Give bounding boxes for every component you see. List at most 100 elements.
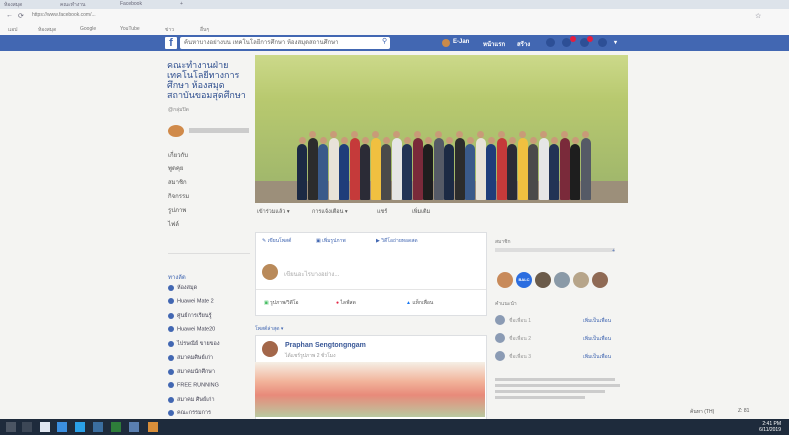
friend-avatar[interactable] (495, 333, 505, 343)
file-explorer-icon[interactable] (40, 422, 50, 432)
member-avatar[interactable] (592, 272, 608, 288)
add-friend-button[interactable]: เพิ่มเป็นเพื่อน (583, 317, 611, 325)
composer-tab-post[interactable]: ✎ เขียนโพสต์ (262, 237, 291, 245)
left-nav-about[interactable]: เกี่ยวกับ (168, 150, 188, 160)
composer-tab-live[interactable]: ▶ วิดีโอถ่ายทอดสด (376, 237, 418, 245)
friend-suggestion: ชื่อเพื่อน 1 เพิ่มเป็นเพื่อน (495, 315, 625, 327)
composer-input[interactable]: เขียนอะไรบางอย่าง... (284, 269, 339, 279)
friend-name[interactable]: ชื่อเพื่อน 3 (509, 353, 531, 361)
sort-label[interactable]: โพสต์ล่าสุด ▾ (255, 325, 283, 333)
avatar[interactable] (442, 39, 450, 47)
group-icon (168, 326, 174, 332)
browser-tab[interactable]: ห้องสมุด (4, 1, 22, 9)
left-nav-files[interactable]: ไฟล์ (168, 219, 179, 229)
person-figure (580, 138, 591, 200)
tag-icon: ▲ (406, 300, 411, 306)
person-head (330, 131, 337, 138)
browser-tab[interactable]: Facebook (120, 1, 142, 9)
person-figure (538, 138, 549, 200)
help-icon[interactable] (598, 38, 607, 47)
share-button[interactable]: แชร์ (377, 208, 387, 216)
person-head (298, 137, 306, 144)
friend-name[interactable]: ชื่อเพื่อน 2 (509, 335, 531, 343)
joined-button[interactable]: เข้าร่วมแล้ว ▾ (257, 208, 290, 216)
friend-avatar[interactable] (495, 315, 505, 325)
bookmark[interactable]: แอป (8, 26, 17, 34)
bookmark[interactable]: Google (80, 26, 96, 32)
shortcut-item[interactable]: สมาคม ศิษย์เก่า (168, 396, 254, 404)
clock[interactable]: 2:41 PM 6/11/2019 (759, 421, 781, 433)
member-avatar[interactable] (497, 272, 513, 288)
person-head (393, 131, 400, 138)
friend-requests-icon[interactable] (546, 38, 555, 47)
person-head (340, 137, 348, 144)
chevron-down-icon[interactable]: ▾ (614, 39, 617, 46)
group-privacy: @กลุ่มปิด (168, 107, 189, 113)
shortcut-item[interactable]: ศูนย์การเรียนรู้ (168, 312, 254, 320)
profile-link[interactable]: E-Jan (453, 39, 469, 45)
more-button[interactable]: เพิ่มเติม (412, 208, 430, 216)
shortcut-item[interactable]: ห้องสมุด (168, 284, 254, 292)
shortcut-item[interactable]: FREE RUNNING (168, 382, 254, 388)
notifications-button[interactable]: การแจ้งเตือน ▾ (312, 208, 348, 216)
new-tab-button[interactable]: + (180, 1, 183, 9)
post-author[interactable]: Praphan Sengtongngam (285, 342, 366, 349)
tag-friends-button[interactable]: ▲ แท็กเพื่อน (406, 299, 433, 307)
person-head (435, 131, 442, 138)
reload-icon[interactable]: ⟳ (18, 12, 24, 20)
live-button[interactable]: ● ไลฟ์สด (336, 299, 356, 307)
app-icon[interactable] (93, 422, 103, 432)
group-title[interactable]: คณะทำงานฝ่าย เทคโนโลยีทางการศึกษา ห้องสม… (167, 60, 249, 100)
shortcut-item[interactable]: ไปรษณีย์ ขายของ (168, 340, 254, 348)
friend-avatar[interactable] (495, 351, 505, 361)
left-nav-photos[interactable]: รูปภาพ (168, 205, 186, 215)
group-avatar[interactable] (168, 125, 184, 137)
left-nav-discussion[interactable]: พูดคุย (168, 163, 183, 173)
member-avatar[interactable]: BALC (516, 272, 532, 288)
url-field[interactable]: https://www.facebook.com/... (32, 12, 692, 20)
app-icon[interactable] (148, 422, 158, 432)
app-icon[interactable] (129, 422, 139, 432)
left-nav-events[interactable]: กิจกรรม (168, 191, 189, 201)
bookmark[interactable]: อื่นๆ (200, 26, 209, 34)
shortcut-item[interactable]: Huawei Mate20 (168, 326, 254, 332)
search-input[interactable]: ค้นหาบางอย่างบน เทคโนโลยีการศึกษา ห้องสม… (180, 37, 390, 49)
friend-name[interactable]: ชื่อเพื่อน 1 (509, 317, 531, 325)
person-figure (549, 144, 559, 200)
add-friend-button[interactable]: เพิ่มเป็นเพื่อน (583, 353, 611, 361)
post-author-avatar[interactable] (262, 341, 278, 357)
cover-photo[interactable] (255, 55, 628, 203)
member-avatar[interactable] (554, 272, 570, 288)
person-figure (444, 144, 454, 200)
facebook-logo-icon[interactable]: f (165, 37, 177, 49)
shortcut-item[interactable]: สมาคมศิษย์เก่า (168, 354, 254, 362)
left-nav-members[interactable]: สมาชิก (168, 177, 187, 187)
person-head (466, 137, 474, 144)
member-avatar[interactable] (573, 272, 589, 288)
members-add-icon[interactable]: + (612, 248, 615, 254)
create-link[interactable]: สร้าง (517, 39, 530, 49)
star-icon[interactable]: ☆ (755, 12, 761, 20)
shortcut-item[interactable]: คณะกรรมการ (168, 409, 254, 417)
person-figure (465, 144, 475, 200)
member-avatar[interactable] (535, 272, 551, 288)
browser-icon[interactable] (75, 422, 85, 432)
shortcut-item[interactable]: สมาคมนักศึกษา (168, 368, 254, 376)
post-image[interactable] (255, 362, 485, 417)
browser-tab[interactable]: คณะทำงาน (60, 1, 85, 9)
chrome-icon[interactable] (57, 422, 67, 432)
person-figure (297, 144, 307, 200)
back-icon[interactable]: ← (6, 12, 13, 20)
group-icon (168, 312, 174, 319)
home-link[interactable]: หน้าแรก (483, 39, 505, 49)
task-view-icon[interactable] (22, 422, 32, 432)
bookmark[interactable]: YouTube (120, 26, 140, 32)
start-icon[interactable] (6, 422, 16, 432)
app-icon[interactable] (111, 422, 121, 432)
photo-video-button[interactable]: ▣ รูปภาพ/วิดีโอ (264, 299, 299, 307)
bookmark[interactable]: ห้องสมุด (38, 26, 56, 34)
composer-tab-photo[interactable]: ▣ เพิ่มรูปภาพ (316, 237, 346, 245)
add-friend-button[interactable]: เพิ่มเป็นเพื่อน (583, 335, 611, 343)
bookmark[interactable]: ข่าว (165, 26, 174, 34)
shortcut-item[interactable]: Huawei Mate 2 (168, 298, 254, 304)
